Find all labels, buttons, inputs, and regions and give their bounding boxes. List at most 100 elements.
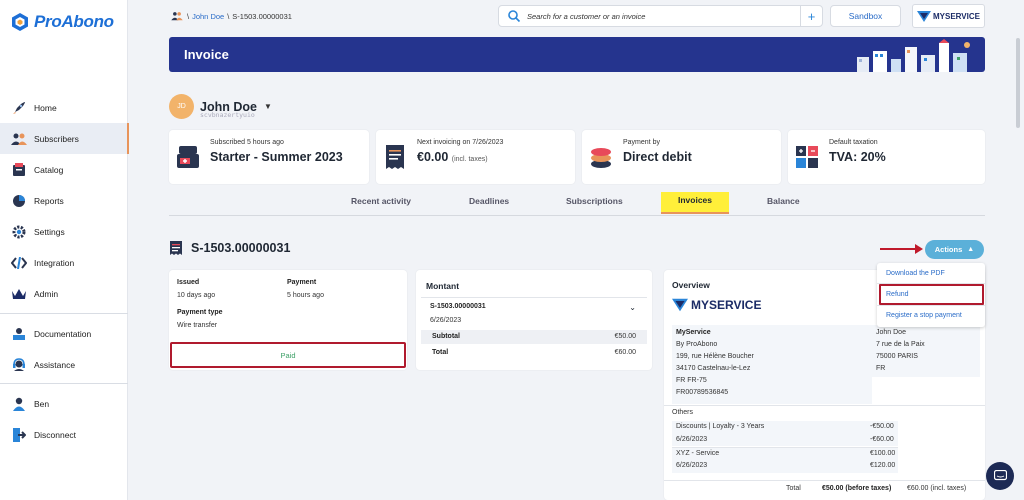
sidebar-item-label: Catalog: [34, 164, 64, 175]
crown-icon: [10, 285, 28, 303]
stat-amount: €0.00: [417, 150, 449, 164]
sidebar-item-integration[interactable]: Integration: [0, 247, 128, 278]
sidebar-item-disconnect[interactable]: Disconnect: [0, 419, 128, 450]
stat-card-taxation[interactable]: Default taxation TVA: 20%: [788, 130, 985, 184]
amount-card: Montant S-1503.00000031 ⌄ 6/26/2023 Subt…: [416, 270, 652, 370]
avatar: JD: [169, 94, 194, 119]
issued-label: Issued: [177, 279, 200, 286]
sidebar-item-documentation[interactable]: Documentation: [0, 318, 128, 349]
stat-label: Subscribed 5 hours ago: [210, 139, 284, 146]
sidebar-item-catalog[interactable]: Catalog: [0, 154, 128, 185]
status-badge: Paid: [170, 342, 406, 368]
headset-icon: [10, 356, 28, 374]
seller-line: FR00789536845: [676, 389, 729, 396]
sidebar-divider: [0, 383, 128, 384]
scrollbar[interactable]: [1016, 38, 1020, 128]
chevron-up-icon: ▲: [967, 246, 975, 253]
receipt-icon: [386, 145, 404, 169]
stat-suffix: (incl. taxes): [451, 156, 488, 163]
overview-total-label: Total: [786, 485, 801, 492]
tab-subscriptions[interactable]: Subscriptions: [566, 196, 623, 206]
sidebar-item-settings[interactable]: Settings: [0, 216, 128, 247]
tab-invoices[interactable]: Invoices: [661, 192, 730, 214]
total-incl-label: (incl. taxes): [930, 485, 967, 492]
sandbox-button[interactable]: Sandbox: [830, 5, 901, 27]
total-incl-value: €60.00: [907, 485, 929, 492]
sidebar-item-label: Subscribers: [34, 133, 79, 144]
add-button[interactable]: +: [800, 6, 822, 26]
issued-value: 10 days ago: [177, 292, 216, 299]
overview-total-before: €50.00 (before taxes): [822, 485, 891, 492]
sidebar-item-assistance[interactable]: Assistance: [0, 349, 128, 380]
sidebar-item-home[interactable]: Home: [0, 92, 128, 123]
service-switcher-button[interactable]: MYSERVICE: [912, 4, 985, 28]
sidebar-divider: [0, 313, 128, 314]
total-before-value: €50.00: [822, 485, 844, 492]
menu-item-stop-payment[interactable]: Register a stop payment: [886, 312, 962, 319]
account-nav: Ben Disconnect: [0, 388, 128, 450]
main-nav: Home Subscribers Catalog Reports Setting…: [0, 92, 129, 309]
search-input[interactable]: Search for a customer or an invoice: [527, 12, 800, 21]
page-title: Invoice: [184, 47, 229, 62]
divider: [664, 405, 985, 406]
breadcrumb-customer-link[interactable]: John Doe: [192, 12, 224, 21]
actions-label: Actions: [934, 245, 963, 254]
buyer-line: FR: [876, 365, 886, 372]
customer-reference: scvbnazertyuio: [200, 111, 255, 119]
banner-illustration: [857, 39, 970, 72]
tab-deadlines[interactable]: Deadlines: [469, 196, 509, 206]
customer-tabs: Recent activity Deadlines Subscriptions …: [169, 192, 985, 216]
users-icon: [10, 130, 28, 148]
divider: [877, 305, 985, 306]
breadcrumb-current: S-1503.00000031: [232, 11, 292, 21]
search-bar[interactable]: Search for a customer or an invoice +: [498, 5, 823, 27]
line-item-label: Discounts | Loyalty - 3 Years: [676, 423, 765, 430]
sidebar-item-label: Reports: [34, 195, 64, 206]
stat-card-subscription[interactable]: Subscribed 5 hours ago Starter - Summer …: [169, 130, 369, 184]
sidebar-item-user[interactable]: Ben: [0, 388, 128, 419]
annotation-arrow: [880, 248, 918, 250]
stat-value: €0.00 (incl. taxes): [417, 150, 488, 164]
sidebar-item-reports[interactable]: Reports: [0, 185, 128, 216]
line-item-date: 6/26/2023: [676, 462, 708, 469]
page-banner: Invoice: [169, 37, 985, 72]
seller-logo-text: MYSERVICE: [691, 298, 762, 312]
service-name: MYSERVICE: [933, 11, 980, 21]
sidebar-item-admin[interactable]: Admin: [0, 278, 128, 309]
actions-button[interactable]: Actions ▲: [925, 240, 984, 259]
divider: [664, 480, 985, 481]
stat-card-payment[interactable]: Payment by Direct debit: [582, 130, 781, 184]
chat-button[interactable]: [986, 462, 1014, 490]
users-icon[interactable]: [170, 11, 184, 21]
subtotal-value: €50.00: [614, 333, 636, 340]
stat-value: Starter - Summer 2023: [210, 150, 343, 164]
sidebar-item-label: Home: [34, 102, 57, 113]
sidebar-item-label: Documentation: [34, 328, 92, 339]
line-item-label: XYZ - Service: [676, 450, 720, 457]
amount-ref: S-1503.00000031: [430, 303, 486, 310]
tab-recent-activity[interactable]: Recent activity: [351, 196, 411, 206]
stat-card-next-invoicing: Next invoicing on 7/26/2023 €0.00 (incl.…: [376, 130, 575, 184]
invoice-number: S-1503.00000031: [191, 241, 291, 255]
brand-logo[interactable]: ProAbono: [12, 12, 114, 32]
buyer-line: 7 rue de la Paix: [876, 341, 925, 348]
receipt-icon: [170, 241, 182, 255]
menu-item-download-pdf[interactable]: Download the PDF: [886, 270, 945, 277]
line-item-value: -€60.00: [870, 436, 894, 443]
others-label: Others: [672, 409, 694, 416]
subtotal-label: Subtotal: [432, 333, 460, 340]
sidebar-item-label: Settings: [34, 226, 65, 237]
sidebar-item-subscribers[interactable]: Subscribers: [0, 123, 129, 154]
chevron-down-icon[interactable]: ⌄: [629, 303, 636, 312]
tab-balance[interactable]: Balance: [767, 196, 800, 206]
sidebar-item-label: Assistance: [34, 359, 76, 370]
search-icon: [508, 10, 521, 23]
myservice-logo-icon: [917, 10, 931, 22]
chevron-down-icon[interactable]: ▼: [264, 102, 272, 111]
stat-value: TVA: 20%: [829, 150, 886, 164]
sidebar-item-label: Integration: [34, 257, 75, 268]
myservice-logo-icon: [672, 298, 688, 312]
user-icon: [10, 395, 28, 413]
total-value: €60.00: [614, 349, 636, 356]
line-item-value: €120.00: [870, 462, 896, 469]
